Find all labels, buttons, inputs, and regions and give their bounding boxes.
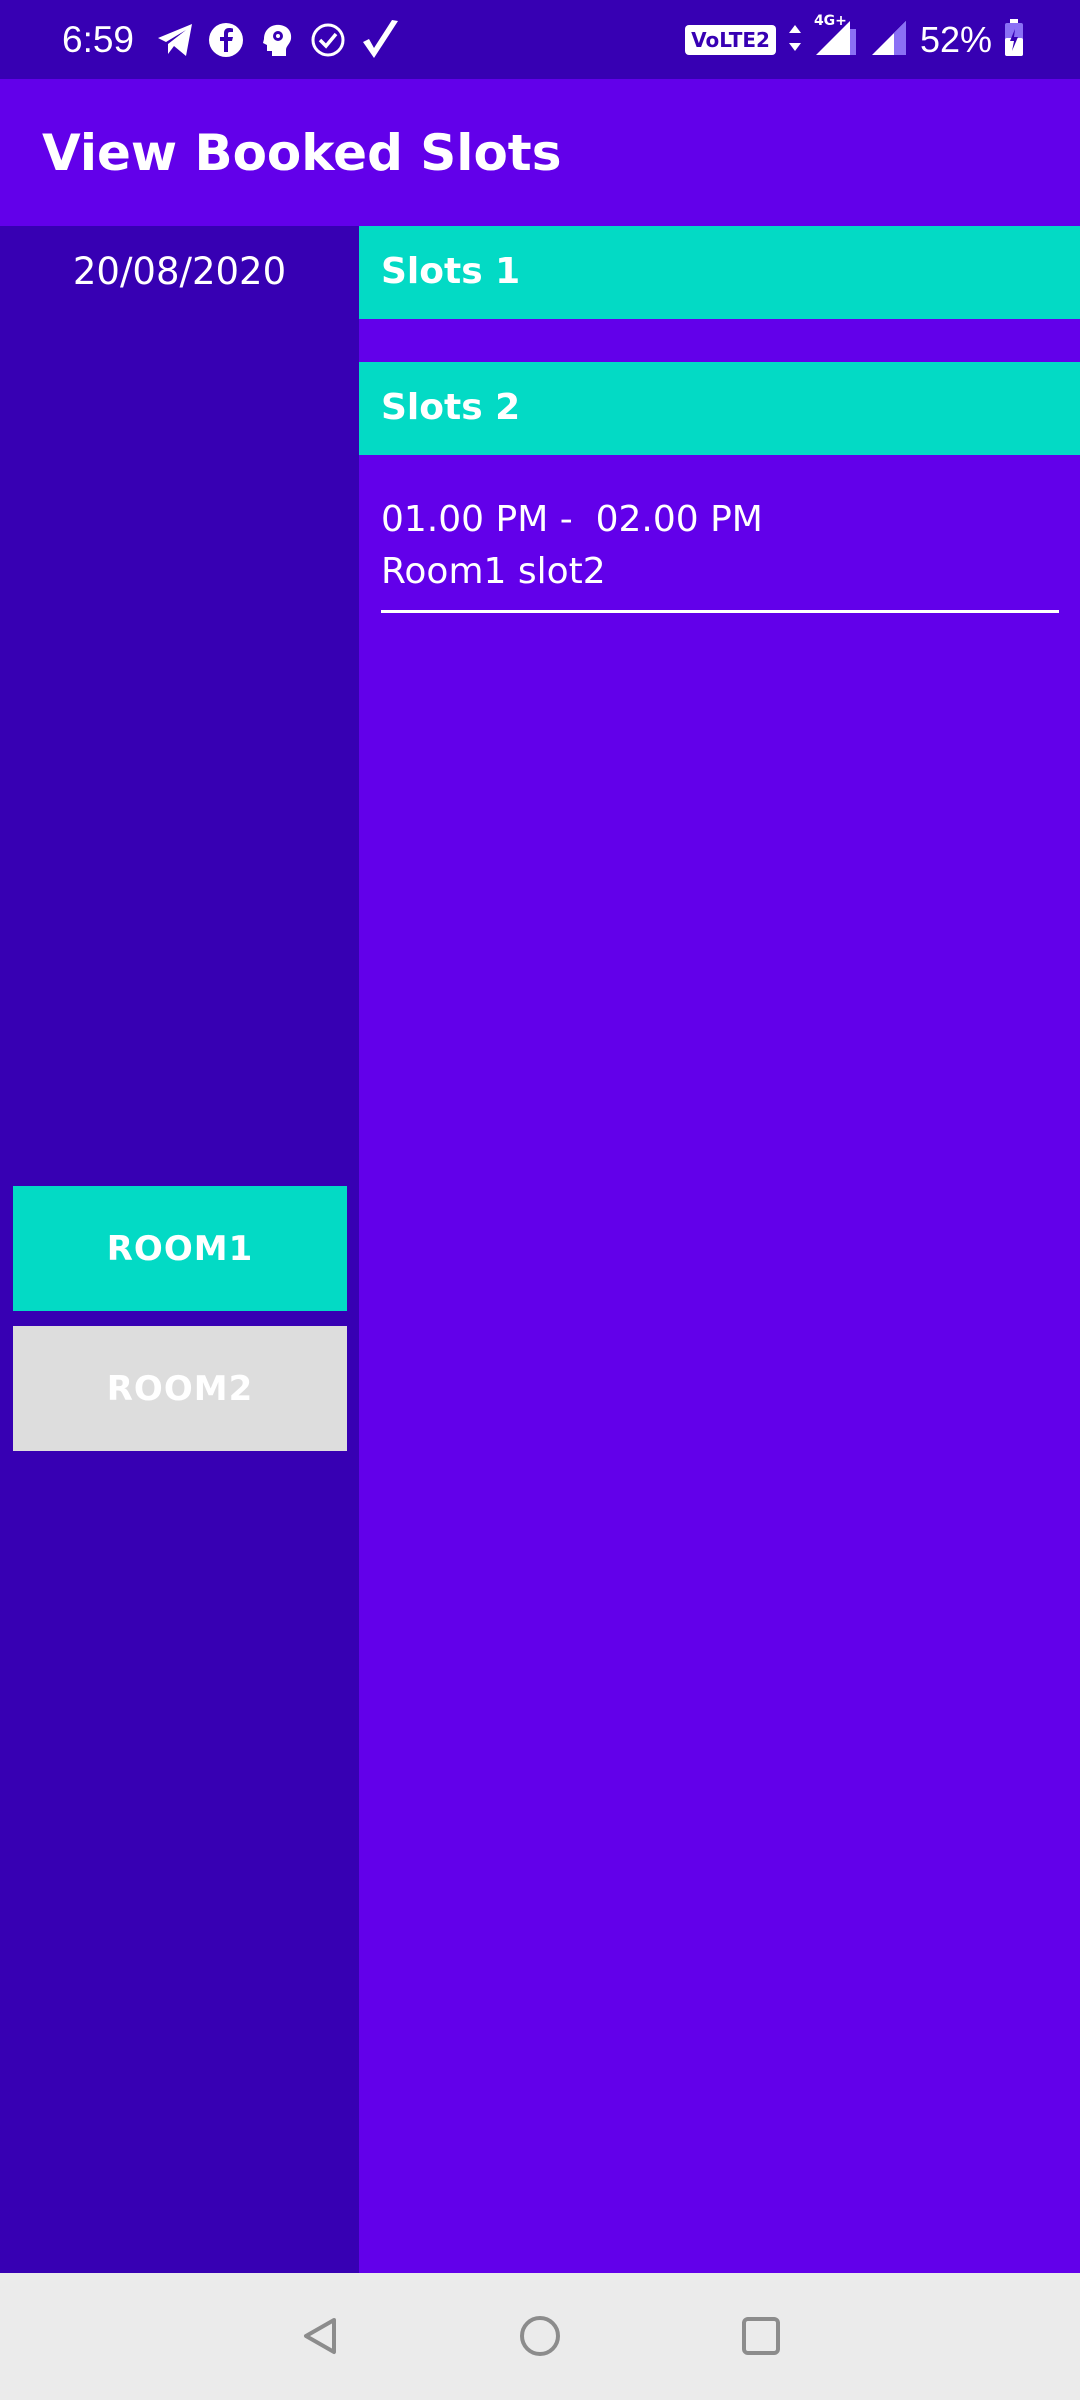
booking-name: Room1 slot2 [381,551,606,592]
recent-apps-button[interactable] [728,2303,794,2369]
slot-group-label: Slots 1 [381,251,521,292]
battery-icon [1004,19,1024,61]
status-bar: 6:59 VoLTE2 4G+ 52% [0,0,1080,79]
facebook-icon [208,22,244,58]
checkmark-icon [360,18,400,62]
signal-icon-2 [870,19,908,61]
signal-icon: 4G+ [814,13,858,61]
back-button[interactable] [287,2303,353,2369]
room1-button[interactable]: ROOM1 [13,1186,347,1311]
notification-icons [156,20,400,60]
network-type-label: 4G+ [813,13,847,29]
booking-time: 01.00 PM - 02.00 PM [381,499,763,540]
recent-apps-icon [742,2317,780,2355]
system-icons: VoLTE2 4G+ 52% [685,13,1024,64]
data-arrows-icon [788,23,802,57]
room2-button[interactable]: ROOM2 [13,1326,347,1451]
slot-group-header-1[interactable]: Slots 1 [359,226,1080,319]
slot-group-label: Slots 2 [381,387,521,428]
left-panel: 20/08/2020 ROOM1 ROOM2 [0,226,359,2273]
booking-item[interactable]: 01.00 PM - 02.00 PM Room1 slot2 [381,496,1059,613]
home-icon [520,2316,560,2356]
back-icon [304,2318,336,2354]
check-circle-icon [310,22,346,58]
navigation-bar [0,2273,1080,2400]
app-bar: View Booked Slots [0,79,1080,226]
volte-badge: VoLTE2 [685,25,776,55]
divider [381,610,1059,613]
slot-group-header-2[interactable]: Slots 2 [359,362,1080,455]
battery-percentage: 52% [919,19,992,60]
slots-panel: Slots 1 Slots 2 01.00 PM - 02.00 PM Room… [359,226,1080,2273]
page-title: View Booked Slots [42,124,562,182]
brain-icon [258,21,296,59]
home-button[interactable] [507,2303,573,2369]
status-time: 6:59 [62,19,135,60]
telegram-icon [156,22,194,58]
selected-date[interactable]: 20/08/2020 [0,248,359,296]
